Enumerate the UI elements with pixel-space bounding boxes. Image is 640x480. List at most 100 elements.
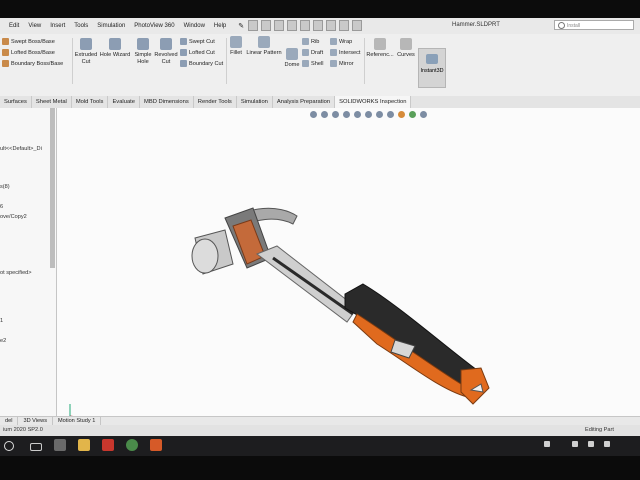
start-icon[interactable] xyxy=(4,441,14,451)
dome-button[interactable]: Dome xyxy=(284,48,300,69)
graphics-area[interactable] xyxy=(57,108,640,430)
tab-solidworks-inspection[interactable]: SOLIDWORKS Inspection xyxy=(335,96,412,108)
tree-scrollbar[interactable] xyxy=(50,108,55,268)
menu-edit[interactable]: Edit xyxy=(9,23,19,29)
menu-view[interactable]: View xyxy=(28,23,41,29)
previous-view-icon[interactable] xyxy=(332,111,339,118)
mirror-button[interactable]: Mirror xyxy=(330,60,354,67)
menu-tools[interactable]: Tools xyxy=(74,23,88,29)
display-style-icon[interactable] xyxy=(376,111,383,118)
network-icon[interactable] xyxy=(572,441,578,447)
boundary-boss-base-button[interactable]: Boundary Boss/Base xyxy=(2,60,63,67)
app-icon[interactable] xyxy=(150,439,162,451)
home-icon[interactable] xyxy=(248,20,258,31)
tree-item[interactable]: ult<<Default>_Di xyxy=(0,146,42,152)
tree-item[interactable]: e2 xyxy=(0,338,6,344)
section-view-icon[interactable] xyxy=(343,111,350,118)
tree-item[interactable]: 6 xyxy=(0,204,3,210)
simple-hole-label: Simple Hole xyxy=(134,52,152,65)
swept-boss-label: Swept Boss/Base xyxy=(11,38,55,45)
hammer-model xyxy=(191,207,490,405)
instant3d-button[interactable]: Instant3D xyxy=(418,48,446,88)
simple-hole-button[interactable]: Simple Hole xyxy=(133,38,153,66)
tab-analysis-preparation[interactable]: Analysis Preparation xyxy=(273,96,336,108)
task-view-icon[interactable] xyxy=(30,443,42,451)
tab-mbd-dimensions[interactable]: MBD Dimensions xyxy=(140,96,194,108)
curves-label: Curves xyxy=(397,52,415,58)
open-icon[interactable] xyxy=(274,20,284,31)
dynamic-annotation-icon[interactable] xyxy=(354,111,361,118)
heads-up-view-toolbar xyxy=(310,111,427,118)
file-explorer-icon[interactable] xyxy=(78,439,90,451)
dome-label: Dome xyxy=(284,62,300,68)
menu-help[interactable]: Help xyxy=(214,23,226,29)
select-icon[interactable] xyxy=(326,20,336,31)
chrome-icon[interactable] xyxy=(126,439,138,451)
fillet-button[interactable]: Fillet xyxy=(228,36,244,57)
lofted-boss-base-button[interactable]: Lofted Boss/Base xyxy=(2,49,55,56)
tree-item[interactable]: 1 xyxy=(0,318,3,324)
rib-button[interactable]: Rib xyxy=(302,38,319,45)
tree-item[interactable]: s(8) xyxy=(0,184,10,190)
wrap-icon xyxy=(330,38,337,45)
view-settings-icon[interactable] xyxy=(420,111,427,118)
battery-icon[interactable] xyxy=(604,441,610,447)
tab-surfaces[interactable]: Surfaces xyxy=(0,96,32,108)
zoom-to-fit-icon[interactable] xyxy=(310,111,317,118)
zoom-area-icon[interactable] xyxy=(321,111,328,118)
tree-item[interactable]: ot specified> xyxy=(0,270,32,276)
people-icon[interactable] xyxy=(544,441,550,447)
curves-button[interactable]: Curves xyxy=(396,38,416,59)
tab-evaluate[interactable]: Evaluate xyxy=(108,96,140,108)
menu-window[interactable]: Window xyxy=(184,23,205,29)
reference-geometry-button[interactable]: Referenc... xyxy=(366,38,394,59)
edit-appearance-icon[interactable] xyxy=(398,111,405,118)
shell-icon xyxy=(302,60,309,67)
hole-wizard-button[interactable]: Hole Wizard xyxy=(99,38,131,59)
ribbon-separator xyxy=(364,38,365,84)
mirror-label: Mirror xyxy=(339,60,354,67)
extruded-cut-button[interactable]: Extruded Cut xyxy=(74,38,98,66)
undo-icon[interactable] xyxy=(313,20,323,31)
tab-mold-tools[interactable]: Mold Tools xyxy=(72,96,109,108)
menu-insert[interactable]: Insert xyxy=(50,23,65,29)
revolved-cut-button[interactable]: Revolved Cut xyxy=(154,38,178,66)
hide-show-icon[interactable] xyxy=(387,111,394,118)
volume-icon[interactable] xyxy=(588,441,594,447)
options-icon[interactable] xyxy=(352,20,362,31)
menu-simulation[interactable]: Simulation xyxy=(97,23,125,29)
wrap-button[interactable]: Wrap xyxy=(330,38,352,45)
tab-sheet-metal[interactable]: Sheet Metal xyxy=(32,96,72,108)
pin-icon[interactable]: ✎ xyxy=(238,22,244,30)
intersect-button[interactable]: Intersect xyxy=(330,49,360,56)
handle-grip xyxy=(344,283,478,385)
solidworks-window: Edit View Insert Tools Simulation PhotoV… xyxy=(0,18,640,436)
handle-endcap xyxy=(460,367,490,405)
rebuild-icon[interactable] xyxy=(339,20,349,31)
view-orientation-icon[interactable] xyxy=(365,111,372,118)
solidworks-taskbar-icon[interactable] xyxy=(102,439,114,451)
edge-icon[interactable] xyxy=(54,439,66,451)
boundary-cut-label: Boundary Cut xyxy=(189,60,224,67)
linear-pattern-button[interactable]: Linear Pattern xyxy=(245,36,283,57)
fillet-label: Fillet xyxy=(230,50,242,56)
boundary-cut-button[interactable]: Boundary Cut xyxy=(180,60,223,67)
save-icon[interactable] xyxy=(287,20,297,31)
hammer-shaft xyxy=(255,245,358,323)
apply-scene-icon[interactable] xyxy=(409,111,416,118)
tree-item[interactable]: ove/Copy2 xyxy=(0,214,27,220)
tab-simulation[interactable]: Simulation xyxy=(237,96,273,108)
command-manager-ribbon: Swept Boss/Base Lofted Boss/Base Boundar… xyxy=(0,34,640,97)
print-icon[interactable] xyxy=(300,20,310,31)
new-document-icon[interactable] xyxy=(261,20,271,31)
shell-button[interactable]: Shell xyxy=(302,60,323,67)
instant3d-label: Instant3D xyxy=(420,68,444,74)
swept-cut-button[interactable]: Swept Cut xyxy=(180,38,215,45)
swept-boss-base-button[interactable]: Swept Boss/Base xyxy=(2,38,55,45)
draft-button[interactable]: Draft xyxy=(302,49,323,56)
document-title: Hammer.SLDPRT xyxy=(452,22,500,28)
search-input[interactable]: Install xyxy=(554,20,634,30)
menu-photoview[interactable]: PhotoView 360 xyxy=(134,23,174,29)
lofted-cut-button[interactable]: Lofted Cut xyxy=(180,49,215,56)
tab-render-tools[interactable]: Render Tools xyxy=(194,96,237,108)
